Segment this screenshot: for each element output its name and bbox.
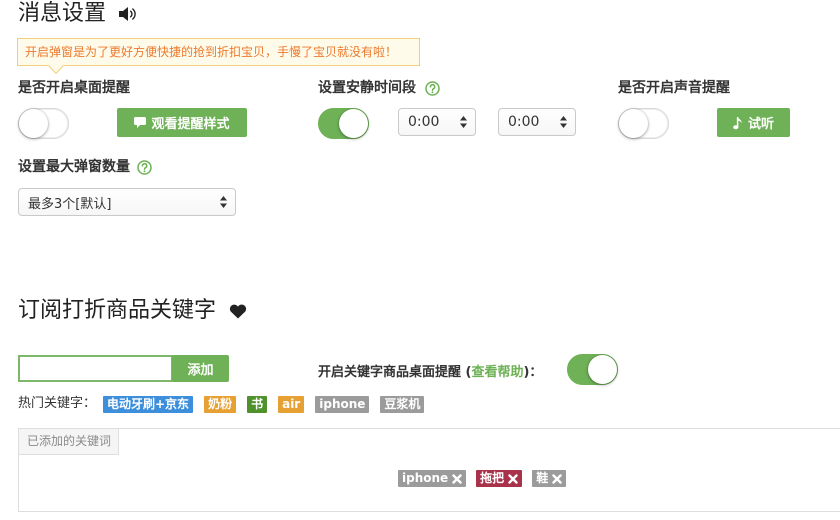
- added-keywords-panel-title: 已添加的关键词: [18, 428, 119, 455]
- toggle-knob: [19, 109, 48, 138]
- toggle-knob: [588, 355, 617, 384]
- speaker-icon: [118, 6, 138, 22]
- test-sound-label: 试听: [747, 117, 774, 132]
- select-arrows-icon: [560, 116, 567, 128]
- keyword-alert-toggle[interactable]: [567, 354, 618, 385]
- preview-alert-style-button[interactable]: 观看提醒样式: [117, 108, 247, 137]
- preview-alert-style-label: 观看提醒样式: [151, 117, 230, 132]
- sound-alert-label: 是否开启声音提醒: [618, 80, 730, 96]
- select-arrows-icon: [220, 196, 227, 208]
- keyword-subscription-title: 订阅打折商品关键字: [18, 298, 217, 323]
- close-icon[interactable]: [508, 473, 518, 484]
- tooltip-arrow: [48, 65, 64, 75]
- quiet-hours-start-select[interactable]: 0:00: [398, 108, 476, 136]
- quiet-hours-end-select[interactable]: 0:00: [498, 108, 576, 136]
- quiet-hours-toggle[interactable]: [318, 108, 369, 139]
- max-popups-value: 最多3个[默认]: [28, 196, 112, 212]
- added-keywords-list: iphone 拖把 鞋: [398, 470, 567, 487]
- music-note-icon: [733, 116, 743, 130]
- added-keyword-text: 鞋: [536, 471, 549, 485]
- help-link[interactable]: 查看帮助: [471, 361, 523, 380]
- toggle-knob: [339, 109, 368, 138]
- quiet-hours-end-value: 0:00: [508, 114, 540, 130]
- message-settings-header: 消息设置: [18, 0, 138, 28]
- keyword-subscription-header: 订阅打折商品关键字: [18, 297, 247, 325]
- added-keyword-text: 拖把: [480, 471, 505, 485]
- hot-keyword-tag[interactable]: 奶粉: [204, 396, 237, 413]
- popup-tooltip: 开启弹窗是为了更好方便快捷的抢到折扣宝贝，手慢了宝贝就没有啦！: [17, 38, 420, 66]
- toggle-knob: [619, 109, 648, 138]
- keyword-alert-label: 开启关键字商品桌面提醒 ( 查看帮助 )：: [318, 360, 542, 380]
- desktop-alert-label: 是否开启桌面提醒: [18, 80, 130, 96]
- test-sound-button[interactable]: 试听: [717, 108, 790, 137]
- max-popups-label: 设置最大弹窗数量: [18, 159, 130, 175]
- close-icon[interactable]: [452, 473, 462, 484]
- desktop-alert-toggle[interactable]: [18, 108, 69, 139]
- hot-keyword-tag[interactable]: 电动牙刷+京东: [103, 396, 194, 413]
- add-keyword-button[interactable]: 添加: [172, 355, 229, 382]
- hot-keywords-list: 电动牙刷+京东 奶粉 书 air iphone 豆浆机: [103, 396, 425, 413]
- message-settings-title: 消息设置: [18, 1, 107, 26]
- quiet-hours-start-value: 0:00: [408, 114, 440, 130]
- select-arrows-icon: [460, 116, 467, 128]
- comment-icon: [134, 117, 147, 128]
- keyword-input[interactable]: [18, 355, 173, 382]
- hot-keyword-tag[interactable]: 书: [247, 396, 268, 413]
- question-circle-icon[interactable]: [137, 159, 152, 175]
- keyword-alert-label-suffix: )：: [523, 364, 543, 380]
- hot-keyword-tag[interactable]: iphone: [315, 396, 370, 413]
- added-keyword-tag: 鞋: [532, 470, 567, 487]
- quiet-hours-label-row: 设置安静时间段: [318, 78, 440, 98]
- added-keyword-text: iphone: [402, 471, 449, 485]
- heart-icon: [229, 304, 247, 319]
- close-icon[interactable]: [552, 473, 562, 484]
- quiet-hours-label: 设置安静时间段: [318, 80, 416, 96]
- added-keyword-tag: 拖把: [476, 470, 523, 487]
- sound-alert-toggle[interactable]: [618, 108, 669, 139]
- max-popups-select[interactable]: 最多3个[默认]: [18, 188, 236, 216]
- keyword-alert-label-prefix: 开启关键字商品桌面提醒 (: [318, 364, 472, 380]
- max-popups-label-row: 设置最大弹窗数量: [18, 157, 152, 177]
- question-circle-icon[interactable]: [425, 80, 440, 96]
- hot-keywords-label: 热门关键字：: [18, 396, 97, 411]
- added-keyword-tag: iphone: [398, 470, 467, 487]
- hot-keyword-tag[interactable]: 豆浆机: [380, 396, 425, 413]
- hot-keyword-tag[interactable]: air: [278, 396, 305, 413]
